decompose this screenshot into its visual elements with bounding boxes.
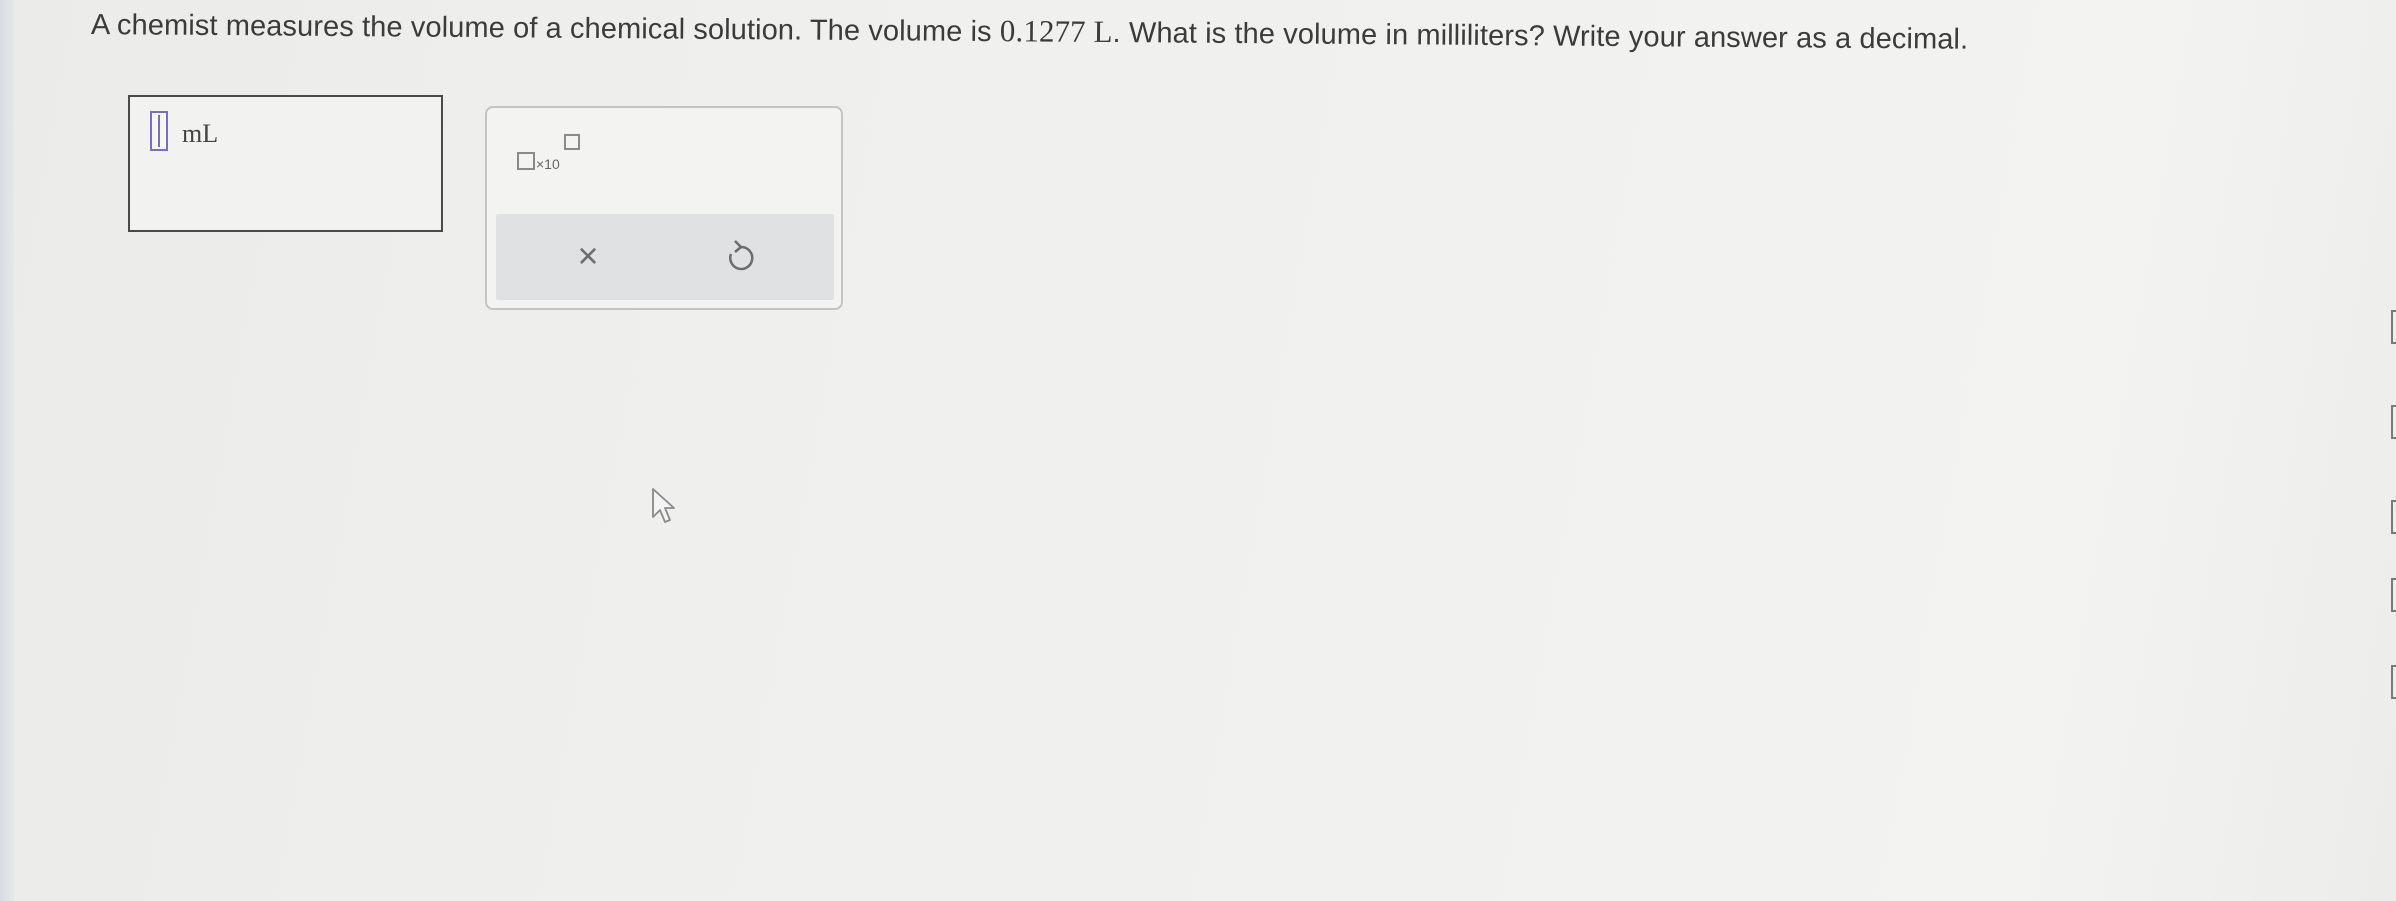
mantissa-box-icon (517, 152, 535, 170)
close-icon: × (577, 235, 599, 276)
answer-unit-label: mL (182, 119, 219, 148)
times-ten-label: ×10 (536, 156, 560, 172)
answer-box: mL (128, 95, 443, 232)
clear-button[interactable]: × (566, 234, 610, 278)
edge-bracket (2391, 405, 2396, 439)
question-volume-value: 0.1277 L (999, 13, 1113, 50)
undo-button[interactable] (719, 234, 763, 278)
question-text: A chemist measures the volume of a chemi… (91, 6, 1968, 57)
edge-bracket (2391, 578, 2396, 612)
undo-icon (729, 240, 754, 271)
mouse-cursor-icon (652, 488, 675, 523)
left-window-edge (0, 0, 14, 901)
question-text-part2: . What is the volume in milliliters? Wri… (1112, 17, 1969, 56)
edge-bracket (2391, 665, 2396, 699)
edge-bracket (2391, 310, 2396, 344)
answer-input[interactable] (150, 111, 168, 151)
toolbox-action-bar: × (496, 214, 834, 300)
exponent-box-icon (564, 134, 580, 150)
question-text-part1: A chemist measures the volume of a chemi… (90, 9, 1000, 49)
edge-bracket (2391, 500, 2396, 534)
right-edge-marks (2390, 300, 2396, 720)
scientific-notation-button[interactable]: ×10 (517, 134, 597, 174)
math-toolbox: ×10 × (485, 106, 843, 310)
